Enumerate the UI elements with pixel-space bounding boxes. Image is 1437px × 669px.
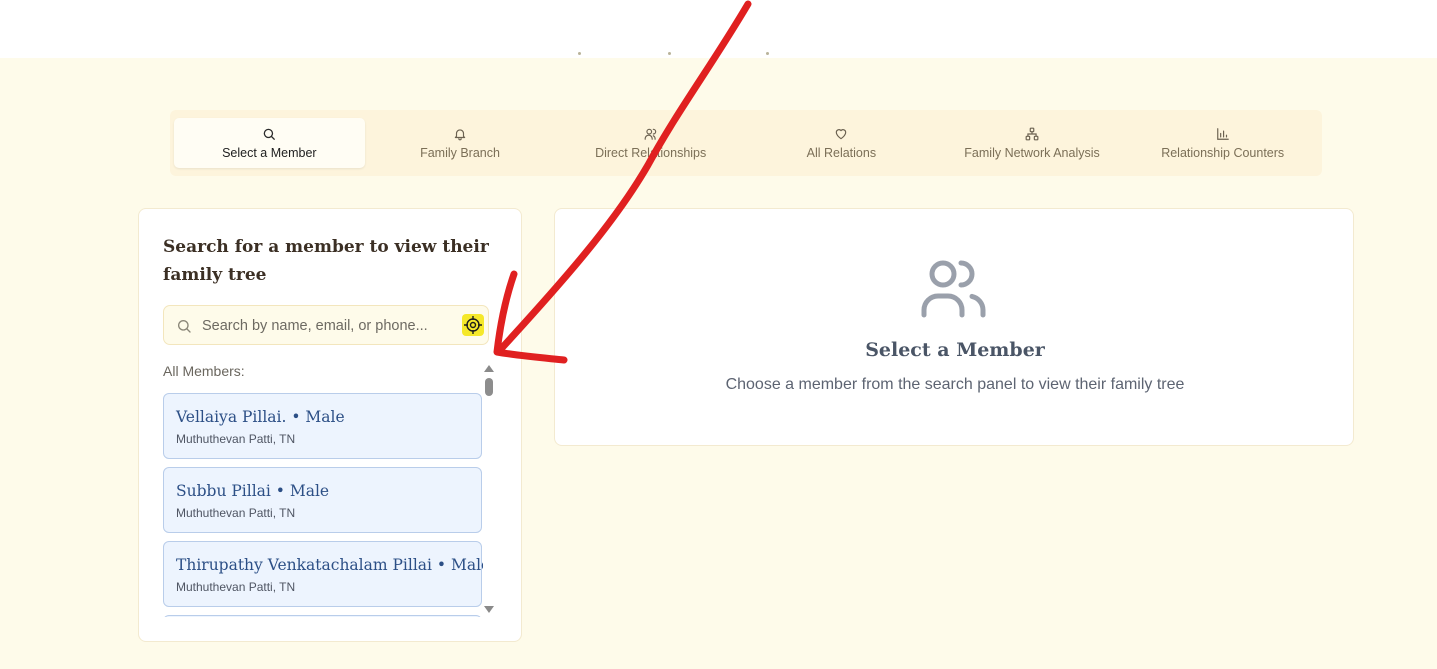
member-name: Thirupathy Venkatachalam Pillai • Male xyxy=(176,556,483,574)
empty-state-title: Select a Member xyxy=(865,339,1045,361)
tab-label: Direct Relationships xyxy=(595,145,707,160)
search-icon xyxy=(178,320,191,333)
tab-select-a-member[interactable]: Select a Member xyxy=(174,118,365,168)
member-card[interactable]: Vellaiya Pillai. • Male Muthuthevan Patt… xyxy=(163,393,482,459)
member-name: Subbu Pillai • Male xyxy=(176,482,330,500)
member-location: Muthuthevan Patti, TN xyxy=(176,432,296,446)
search-icon xyxy=(264,128,276,140)
member-search-panel: Search for a member to view their family… xyxy=(138,208,522,642)
members-label: All Members: xyxy=(163,363,245,379)
search-input[interactable] xyxy=(202,314,452,338)
users-icon xyxy=(921,260,986,318)
scroll-down-arrow[interactable] xyxy=(484,606,494,613)
crosshair-icon[interactable] xyxy=(462,314,484,336)
network-icon xyxy=(1025,127,1039,140)
tab-label: Family Network Analysis xyxy=(964,145,1100,160)
tab-all-relations[interactable]: All Relations xyxy=(746,118,937,168)
heart-icon xyxy=(836,128,847,139)
member-card[interactable]: Subbu Pillai • Male Muthuthevan Patti, T… xyxy=(163,467,482,533)
member-name: Vellaiya Pillai. • Male xyxy=(176,408,345,426)
empty-state-subtitle: Choose a member from the search panel to… xyxy=(725,376,1185,393)
tab-family-branch[interactable]: Family Branch xyxy=(365,118,556,168)
member-location: Muthuthevan Patti, TN xyxy=(176,580,296,594)
scroll-up-arrow[interactable] xyxy=(484,365,494,372)
tab-direct-relationships[interactable]: Direct Relationships xyxy=(555,118,746,168)
member-card[interactable]: Thirupathy Venkatachalam Pillai • Male M… xyxy=(163,541,483,607)
top-header-bar xyxy=(0,0,1437,58)
tab-relationship-counters[interactable]: Relationship Counters xyxy=(1127,118,1318,168)
tab-label: All Relations xyxy=(806,145,877,160)
member-list: Vellaiya Pillai. • Male Muthuthevan Patt… xyxy=(163,393,483,617)
member-location: Muthuthevan Patti, TN xyxy=(176,506,296,520)
member-card[interactable] xyxy=(163,615,482,617)
tab-label: Select a Member xyxy=(222,145,317,160)
family-tree-panel: Select a Member Choose a member from the… xyxy=(554,208,1354,446)
tab-label: Relationship Counters xyxy=(1161,145,1285,160)
clipped-header-text xyxy=(560,46,790,60)
scrollbar-thumb[interactable] xyxy=(485,378,493,396)
tab-bar: Select a Member Family Branch Direct Rel… xyxy=(170,110,1322,176)
search-panel-title: Search for a member to view their family… xyxy=(163,237,489,285)
tab-label: Family Branch xyxy=(420,145,500,160)
tab-family-network-analysis[interactable]: Family Network Analysis xyxy=(937,118,1128,168)
search-box xyxy=(163,305,489,345)
users-icon xyxy=(644,128,656,140)
bell-icon xyxy=(454,128,466,140)
bar-chart-icon xyxy=(1216,127,1229,140)
